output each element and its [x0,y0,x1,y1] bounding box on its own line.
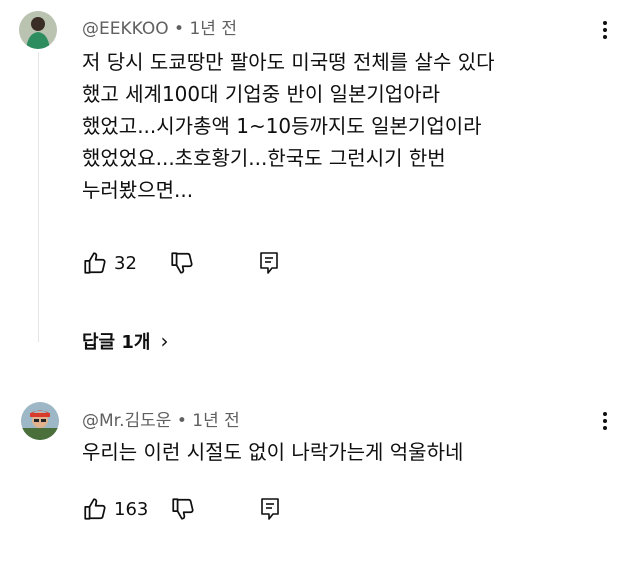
view-replies-button[interactable]: 답글 1개 › [82,328,168,354]
reply-icon [260,252,278,274]
comment-text-line: 했었었요...초호황기...한국도 그런시기 한번 [82,146,446,170]
comment-text: 우리는 이런 시절도 없이 나락가는게 억울하네 [82,436,463,468]
reply-button[interactable] [257,250,281,276]
more-vert-icon[interactable] [600,18,610,42]
comment-meta: @Mr.김도운 • 1년 전 [82,406,240,431]
dislike-button[interactable] [170,496,196,522]
comment-text-line: 했었고...시가총액 1~10등까지도 일본기업이라 [82,114,482,138]
meta-separator: • [176,411,187,431]
author-name[interactable]: @EEKKOO [82,19,169,39]
comment-meta: @EEKKOO • 1년 전 [82,14,237,39]
reply-button[interactable] [258,496,282,522]
comment-text-line: 했고 세계100대 기업중 반이 일본기업아라 [82,82,441,106]
comment-text-line: 우리는 이런 시절도 없이 나락가는게 억울하네 [82,440,464,464]
meta-separator: • [174,19,185,39]
dislike-icon [171,252,193,274]
like-icon [84,252,106,274]
comment-time: 1년 전 [192,411,240,431]
like-icon [84,498,106,520]
more-vert-icon[interactable] [600,409,610,433]
comment-text: 저 당시 도쿄땅만 팔아도 미국떵 전체를 살수 있다 했고 세계100대 기업… [82,46,495,206]
like-button[interactable]: 32 [82,250,137,276]
reply-icon [261,498,280,520]
avatar[interactable] [19,11,57,49]
author-name[interactable]: @Mr.김도운 [82,411,171,431]
avatar[interactable] [21,402,59,440]
comment-actions: 32 [82,248,281,278]
comment-actions: 163 [82,494,282,524]
comment-time: 1년 전 [189,19,237,39]
dislike-button[interactable] [169,250,195,276]
like-count: 163 [114,498,149,520]
comment-text-line: 저 당시 도쿄땅만 팔아도 미국떵 전체를 살수 있다 [82,50,495,74]
chevron-right-icon: › [160,329,169,353]
like-count: 32 [114,252,137,274]
replies-label: 답글 1개 [82,332,151,353]
dislike-icon [172,498,194,520]
reply-thread-line [38,52,39,342]
like-button[interactable]: 163 [82,496,148,522]
comment-text-line: 누러봤으면... [82,178,194,202]
